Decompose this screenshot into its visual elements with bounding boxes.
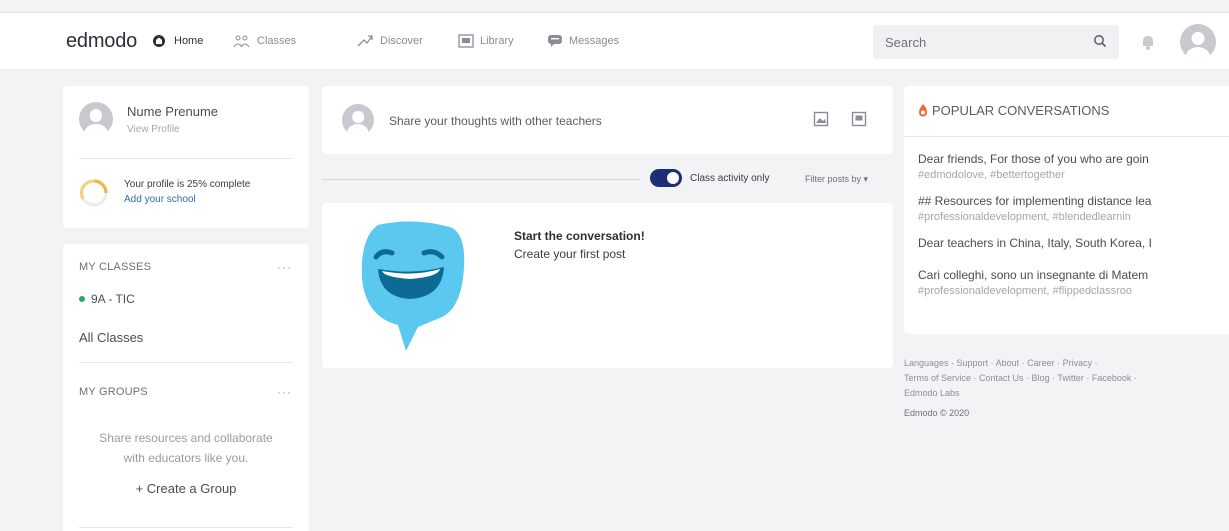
edmodo-mascot-illustration: [361, 221, 465, 351]
divider: [79, 362, 293, 363]
conversation-text: ## Resources for implementing distance l…: [918, 194, 1152, 208]
view-profile-link[interactable]: View Profile: [127, 124, 180, 135]
popular-conversations-title: POPULAR CONVERSATIONS: [918, 103, 1109, 118]
conversation-item[interactable]: Dear friends, For those of you who are g…: [918, 152, 1218, 194]
groups-description-line2: with educators like you.: [123, 451, 249, 465]
empty-feed-subtitle: Create your first post: [514, 247, 626, 261]
flame-icon: [919, 104, 927, 117]
search-input[interactable]: Search: [873, 25, 1119, 59]
empty-feed-title: Start the conversation!: [514, 229, 645, 243]
nav-classes-label: Classes: [257, 35, 297, 47]
footer-links-line1[interactable]: Languages · Support · About · Career · P…: [904, 356, 1229, 371]
nav-home-label: Home: [174, 35, 204, 47]
groups-more-button[interactable]: ···: [277, 385, 292, 399]
discover-icon: [357, 35, 373, 47]
conversation-tags: #edmodolove, #bettertogether: [918, 169, 1065, 181]
user-avatar-menu[interactable]: [1180, 24, 1216, 60]
notifications-bell-icon[interactable]: [1140, 33, 1156, 51]
footer-copyright: Edmodo © 2020: [904, 408, 970, 418]
groups-description-line1: Share resources and collaborate: [99, 431, 273, 445]
all-classes-link[interactable]: All Classes: [79, 330, 143, 345]
conversation-text: Dear teachers in China, Italy, South Kor…: [918, 236, 1152, 250]
composer-avatar: [342, 104, 374, 136]
profile-avatar[interactable]: [79, 102, 113, 136]
footer-links: Languages · Support · About · Career · P…: [904, 356, 1229, 421]
filter-posts-dropdown[interactable]: Filter posts by ▾: [805, 174, 868, 185]
footer-links-line3[interactable]: Edmodo Labs: [904, 386, 1229, 401]
top-navigation-bar: edmodo Home Classes Discover Library Mes…: [0, 12, 1229, 70]
popular-conversations-list: Dear friends, For those of you who are g…: [918, 152, 1218, 310]
empty-feed-card: Start the conversation! Create your firs…: [322, 203, 893, 368]
conversation-item[interactable]: Cari colleghi, sono un insegnante di Mat…: [918, 268, 1218, 310]
nav-discover-label: Discover: [380, 35, 423, 47]
my-classes-title: MY CLASSES: [79, 261, 152, 273]
divider: [79, 527, 293, 528]
classes-groups-card: MY CLASSES ··· 9A - TIC All Classes MY G…: [63, 244, 309, 531]
edmodo-logo[interactable]: edmodo: [66, 30, 137, 53]
profile-card: Nume Prenume View Profile Your profile i…: [63, 86, 309, 228]
conversation-item[interactable]: ## Resources for implementing distance l…: [918, 194, 1218, 236]
class-color-dot: [79, 296, 85, 302]
conversation-tags: #professionaldevelopment, #blendedlearni…: [918, 211, 1131, 223]
search-icon[interactable]: [1093, 34, 1107, 48]
conversation-text: Cari colleghi, sono un insegnante di Mat…: [918, 268, 1149, 282]
library-icon: [458, 34, 474, 48]
classes-icon: [233, 35, 250, 48]
messages-icon: [548, 35, 562, 47]
class-activity-toggle[interactable]: [650, 169, 682, 187]
class-activity-label: Class activity only: [690, 173, 770, 184]
post-composer[interactable]: Share your thoughts with other teachers: [322, 86, 893, 154]
groups-description: Share resources and collaborate with edu…: [63, 428, 309, 468]
image-attach-icon[interactable]: [813, 111, 829, 127]
feed-filter-row: Class activity only Filter posts by ▾: [322, 166, 893, 192]
footer-links-line2[interactable]: Terms of Service · Contact Us · Blog · T…: [904, 371, 1229, 386]
my-groups-title: MY GROUPS: [79, 386, 148, 398]
nav-classes[interactable]: Classes: [233, 34, 296, 48]
classes-more-button[interactable]: ···: [277, 260, 292, 274]
conversation-tags: #professionaldevelopment, #flippedclassr…: [918, 285, 1133, 297]
conversation-item[interactable]: Dear teachers in China, Italy, South Kor…: [918, 236, 1218, 268]
profile-progress-ring: [79, 179, 108, 207]
library-attach-icon[interactable]: [851, 111, 867, 127]
popular-title-label: POPULAR CONVERSATIONS: [932, 103, 1110, 118]
conversation-text: Dear friends, For those of you who are g…: [918, 152, 1149, 166]
popular-conversations-card: POPULAR CONVERSATIONS Dear friends, For …: [904, 86, 1229, 334]
nav-messages[interactable]: Messages: [547, 34, 619, 48]
profile-completion-text: Your profile is 25% complete: [124, 179, 251, 190]
home-icon: [153, 35, 165, 47]
composer-placeholder[interactable]: Share your thoughts with other teachers: [389, 114, 602, 128]
add-school-link[interactable]: Add your school: [124, 194, 196, 205]
create-group-button[interactable]: + Create a Group: [63, 481, 309, 496]
nav-discover[interactable]: Discover: [356, 34, 423, 48]
divider: [322, 179, 640, 180]
search-placeholder: Search: [885, 35, 927, 50]
nav-library[interactable]: Library: [458, 34, 514, 48]
nav-library-label: Library: [480, 35, 514, 47]
class-item-label: 9A - TIC: [91, 292, 135, 306]
divider: [79, 158, 293, 159]
class-item[interactable]: 9A - TIC: [79, 292, 135, 306]
profile-name[interactable]: Nume Prenume: [127, 104, 218, 119]
nav-messages-label: Messages: [569, 35, 620, 47]
nav-home[interactable]: Home: [152, 34, 203, 48]
divider: [904, 136, 1229, 137]
